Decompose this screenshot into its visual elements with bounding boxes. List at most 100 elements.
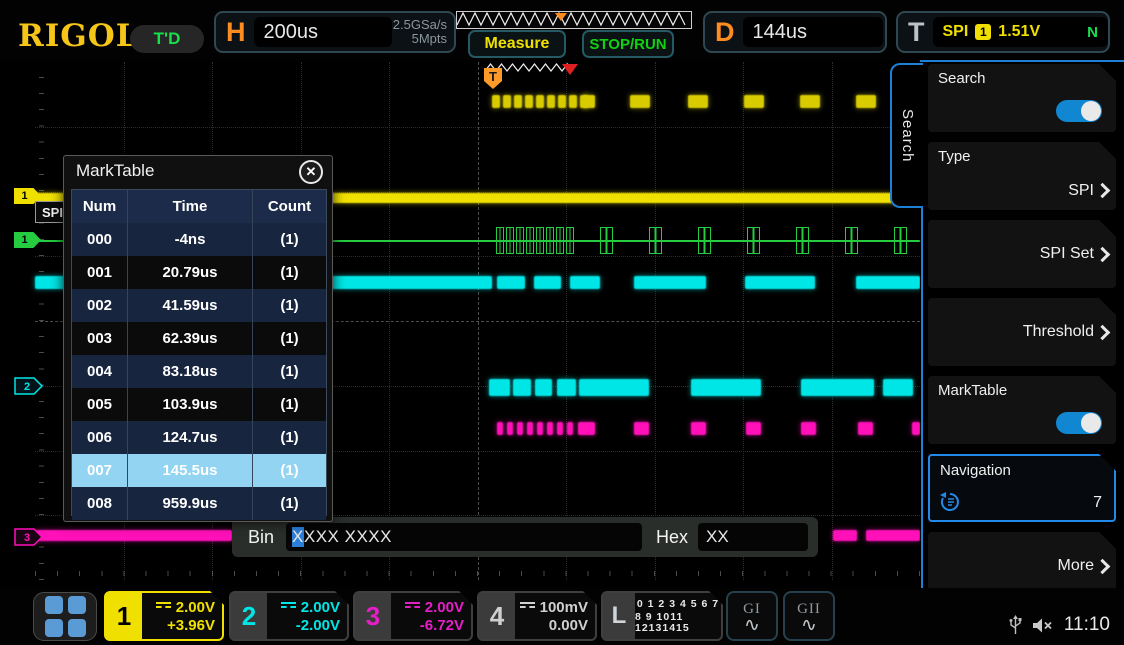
bottom-channel-bar: 1 2.00V +3.96V 2 2.00V -2.00V 3 2.00V -6…	[0, 588, 1124, 645]
sample-rate-info: 2.5GSa/s 5Mpts	[393, 18, 447, 46]
waveform-segment	[489, 379, 510, 396]
waveform-segment	[570, 276, 600, 289]
waveform-segment	[557, 379, 576, 396]
waveform-segment	[513, 379, 531, 396]
trigger-source-badge: 1	[975, 24, 991, 40]
channel2-scale: 2.00V	[301, 599, 340, 616]
search-toggle[interactable]	[1056, 100, 1102, 122]
waveform-segment	[547, 95, 555, 108]
logic-label: L	[603, 593, 635, 639]
waveform-segment	[856, 95, 876, 108]
grid-line	[35, 127, 920, 128]
search-toggle-label: Search	[938, 70, 986, 87]
channel4-box[interactable]: 4 100mV 0.00V	[477, 591, 597, 641]
clock: 11:10	[1064, 614, 1110, 636]
waveform-segment	[527, 422, 533, 435]
table-row[interactable]: 006124.7us(1)	[72, 421, 326, 454]
channel1-number: 1	[106, 593, 142, 639]
decode-result-bar: Bin XXXX XXXX Hex XX	[232, 517, 818, 557]
table-cell: 003	[72, 330, 127, 347]
hex-value-field[interactable]: XX	[698, 523, 808, 551]
trigger-box[interactable]: T SPI 1 1.51V N	[896, 11, 1110, 53]
table-cell: 004	[72, 363, 127, 380]
waveform-segment	[801, 379, 874, 396]
waveform-segment	[856, 276, 920, 289]
table-row[interactable]: 000-4ns(1)	[72, 223, 326, 256]
search-menu-tab[interactable]: Search	[890, 63, 923, 208]
menu-grid-button[interactable]	[33, 592, 97, 641]
navigation-label: Navigation	[940, 462, 1011, 479]
waveform-preview-strip[interactable]	[456, 11, 692, 29]
table-row[interactable]: 00362.39us(1)	[72, 322, 326, 355]
stop-run-button[interactable]: STOP/RUN	[582, 30, 674, 58]
channel1-box[interactable]: 1 2.00V +3.96V	[104, 591, 224, 641]
search-event-mark	[536, 227, 544, 254]
table-row[interactable]: 00241.59us(1)	[72, 289, 326, 322]
generator2-button[interactable]: GII ∿	[783, 591, 835, 641]
waveform-segment	[514, 95, 522, 108]
marktable-toggle-button[interactable]: MarkTable	[928, 376, 1116, 444]
navigation-icon	[938, 490, 962, 512]
search-event-mark	[556, 227, 564, 254]
type-label: Type	[938, 148, 971, 165]
waveform-segment	[634, 422, 649, 435]
dc-coupling-icon	[156, 602, 171, 612]
trigger-mode: N	[1087, 24, 1098, 41]
navigation-button[interactable]: Navigation 7	[928, 454, 1116, 522]
channel3-box[interactable]: 3 2.00V -6.72V	[353, 591, 473, 641]
channel4-offset: 0.00V	[549, 617, 588, 634]
threshold-label: Threshold	[1023, 323, 1094, 341]
channel4-number: 4	[479, 593, 515, 639]
waveform-segment	[578, 422, 595, 435]
table-cell: 000	[72, 231, 127, 248]
dc-coupling-icon	[405, 602, 420, 612]
search-event-mark	[747, 227, 760, 254]
channel1-offset: +3.96V	[167, 617, 215, 634]
table-cell: 124.7us	[127, 421, 253, 454]
trigger-status-badge: T'D	[130, 25, 204, 53]
bin-cursor: X	[292, 527, 304, 547]
measure-button[interactable]: Measure	[468, 30, 566, 58]
table-row[interactable]: 008959.9us(1)	[72, 487, 326, 520]
logic-channels-box[interactable]: L 0 1 2 3 4 5 6 7 8 9 1011 12131415	[601, 591, 723, 641]
spi-set-label: SPI Set	[1040, 245, 1094, 263]
timebase-value: 200us	[264, 21, 319, 44]
ch2-position-tag[interactable]: 2	[14, 377, 44, 395]
generator1-button[interactable]: GI ∿	[726, 591, 778, 641]
h-label: H	[216, 17, 254, 48]
search-toggle-button[interactable]: Search	[928, 64, 1116, 132]
column-header: Num	[72, 198, 127, 215]
waveform-segment	[525, 95, 533, 108]
waveform-segment	[547, 422, 553, 435]
waveform-segment	[883, 379, 913, 396]
trigger-t-marker[interactable]: T	[484, 68, 502, 89]
waveform-segment	[536, 95, 544, 108]
trigger-level: 1.51V	[998, 23, 1040, 41]
marktable-toggle[interactable]	[1056, 412, 1102, 434]
table-cell: (1)	[253, 396, 326, 413]
marktable-toggle-label: MarkTable	[938, 382, 1007, 399]
spi-set-button[interactable]: SPI Set	[928, 220, 1116, 288]
waveform-segment	[534, 276, 561, 289]
waveform-segment	[691, 379, 761, 396]
threshold-button[interactable]: Threshold	[928, 298, 1116, 366]
close-icon[interactable]: ✕	[299, 160, 323, 184]
table-cell: 007	[72, 462, 127, 479]
ch3-position-tag[interactable]: 3	[14, 528, 44, 546]
table-row[interactable]: 007145.5us(1)	[72, 454, 326, 487]
horizontal-timebase-box[interactable]: H 200us 2.5GSa/s 5Mpts	[214, 11, 456, 53]
hex-label: Hex	[656, 527, 688, 548]
bin-value-field[interactable]: XXXX XXXX	[286, 523, 642, 551]
table-row[interactable]: 005103.9us(1)	[72, 388, 326, 421]
column-header: Time	[127, 190, 253, 223]
table-cell: 005	[72, 396, 127, 413]
waveform-segment	[557, 422, 563, 435]
speaker-muted-icon[interactable]	[1032, 617, 1054, 634]
table-row[interactable]: 00120.79us(1)	[72, 256, 326, 289]
type-button[interactable]: Type SPI	[928, 142, 1116, 210]
table-cell: 41.59us	[127, 289, 253, 322]
chevron-right-icon	[1095, 559, 1111, 575]
delay-box[interactable]: D 144us	[703, 11, 887, 53]
channel2-box[interactable]: 2 2.00V -2.00V	[229, 591, 349, 641]
table-row[interactable]: 00483.18us(1)	[72, 355, 326, 388]
